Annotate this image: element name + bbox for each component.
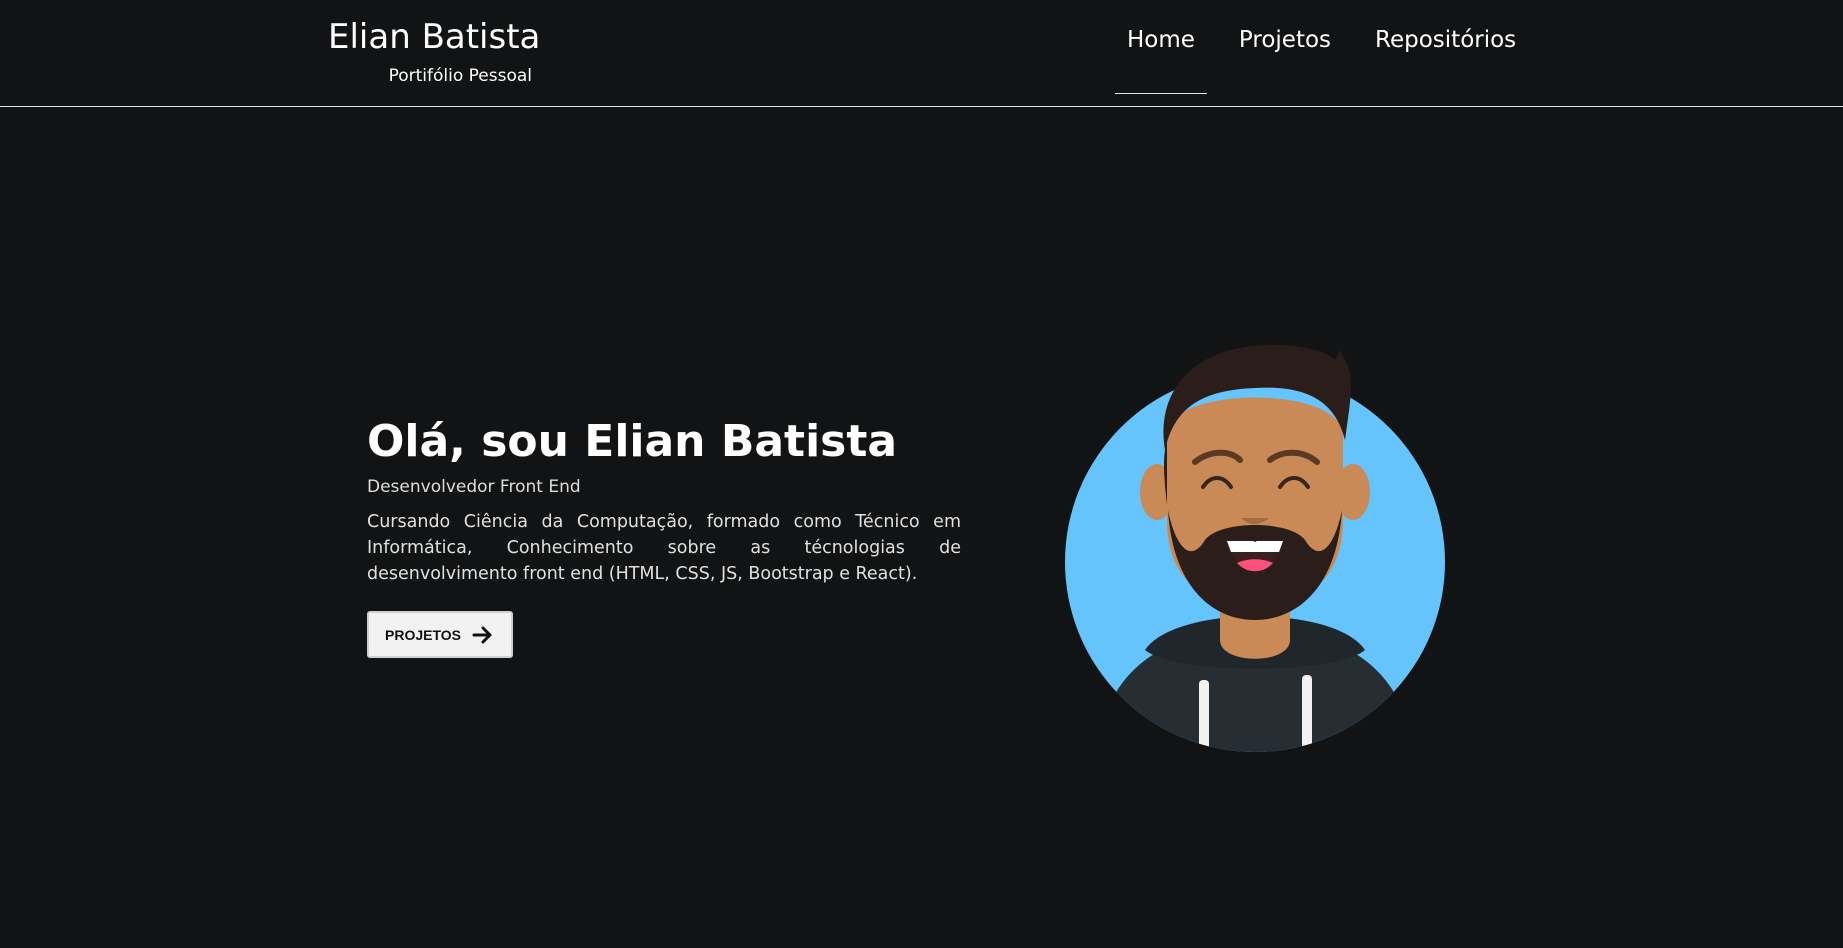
hero-section: Olá, sou Elian Batista Desenvolvedor Fro… [367, 412, 961, 587]
brand-subtitle: Portifólio Pessoal [388, 66, 532, 86]
nav-item-repositorios[interactable]: Repositórios [1363, 22, 1528, 108]
brand[interactable]: Elian Batista Portifólio Pessoal [328, 16, 541, 87]
avatar-illustration [1065, 344, 1445, 752]
hero-role: Desenvolvedor Front End [367, 477, 581, 497]
top-navbar: Elian Batista Portifólio Pessoal Home Pr… [0, 0, 1843, 107]
main-nav: Home Projetos Repositórios [1115, 22, 1548, 108]
projetos-button[interactable]: PROJETOS [367, 611, 513, 658]
hero-title: Olá, sou Elian Batista [367, 416, 898, 467]
projetos-button-label: PROJETOS [385, 626, 461, 643]
brand-title: Elian Batista [328, 17, 541, 57]
nav-item-projetos[interactable]: Projetos [1227, 22, 1343, 108]
nav-item-home[interactable]: Home [1115, 22, 1207, 108]
arrow-right-icon [472, 626, 492, 643]
hero-description: Cursando Ciência da Computação, formado … [367, 512, 961, 584]
